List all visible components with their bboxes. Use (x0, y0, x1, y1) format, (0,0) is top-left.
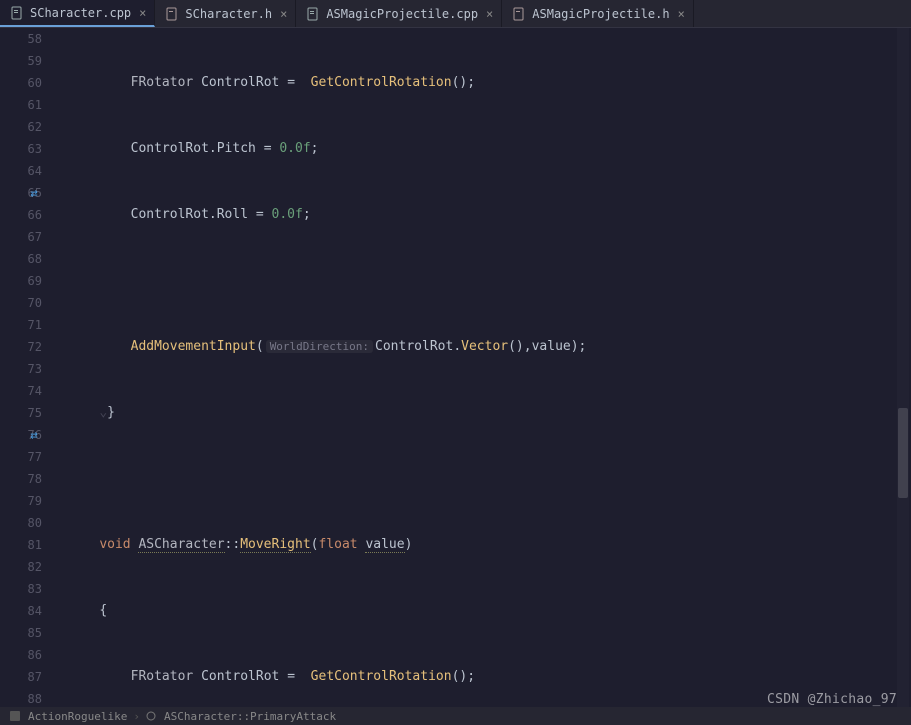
line-number: 83 (0, 578, 42, 600)
line-number: 87 (0, 666, 42, 688)
line-number: 70 (0, 292, 42, 314)
line-number: 72 (0, 336, 42, 358)
file-tab[interactable]: ASMagicProjectile.cpp × (296, 0, 502, 27)
line-number-gutter: 58 59 60 61 62 63 64 ⇄65 66 67 68 69 70 … (0, 28, 48, 707)
line-number: 82 (0, 556, 42, 578)
close-icon[interactable]: × (280, 7, 287, 21)
breadcrumb-item[interactable]: ActionRoguelike (28, 710, 127, 723)
line-number: 63 (0, 138, 42, 160)
breadcrumb[interactable]: ActionRoguelike › ASCharacter::PrimaryAt… (10, 710, 336, 723)
line-number: 77 (0, 446, 42, 468)
code-line: ControlRot.Pitch = 0.0f; (48, 138, 911, 160)
code-line (48, 468, 911, 490)
line-number: 86 (0, 644, 42, 666)
header-file-icon (165, 7, 179, 21)
line-number: 67 (0, 226, 42, 248)
status-bar: ActionRoguelike › ASCharacter::PrimaryAt… (0, 707, 911, 725)
code-editor[interactable]: 58 59 60 61 62 63 64 ⇄65 66 67 68 69 70 … (0, 28, 911, 707)
line-number: 60 (0, 72, 42, 94)
line-number: 78 (0, 468, 42, 490)
line-number: 81 (0, 534, 42, 556)
close-icon[interactable]: × (486, 7, 493, 21)
breadcrumb-item[interactable]: ASCharacter::PrimaryAttack (164, 710, 336, 723)
code-line: FRotator ControlRot = GetControlRotation… (48, 666, 911, 688)
code-line: AddMovementInput(WorldDirection:ControlR… (48, 336, 911, 358)
line-number: 73 (0, 358, 42, 380)
line-number: 66 (0, 204, 42, 226)
file-tab[interactable]: SCharacter.h × (155, 0, 296, 27)
code-line: FRotator ControlRot = GetControlRotation… (48, 72, 911, 94)
line-number: 69 (0, 270, 42, 292)
inlay-hint: WorldDirection: (266, 340, 373, 353)
line-number: 62 (0, 116, 42, 138)
code-line: void ASCharacter::MoveRight(float value) (48, 534, 911, 556)
line-number: ⇄76 (0, 424, 42, 446)
line-number: 64 (0, 160, 42, 182)
cpp-file-icon (306, 7, 320, 21)
watermark: CSDN @Zhichao_97 (767, 692, 897, 707)
line-number: 58 (0, 28, 42, 50)
chevron-right-icon: › (133, 710, 140, 723)
line-number: 61 (0, 94, 42, 116)
tab-label: SCharacter.h (185, 7, 272, 21)
sync-icon[interactable]: ⇄ (30, 182, 37, 204)
tab-label: ASMagicProjectile.cpp (326, 7, 478, 21)
line-number: 79 (0, 490, 42, 512)
tab-label: SCharacter.cpp (30, 6, 131, 20)
line-number: 71 (0, 314, 42, 336)
module-icon (10, 710, 22, 722)
tab-bar: SCharacter.cpp × SCharacter.h × ASMagicP… (0, 0, 911, 28)
scroll-thumb[interactable] (898, 408, 908, 498)
line-number: 80 (0, 512, 42, 534)
code-line: ControlRot.Roll = 0.0f; (48, 204, 911, 226)
code-line: { (48, 600, 911, 622)
code-line: ⌄} (48, 402, 911, 424)
file-tab[interactable]: ASMagicProjectile.h × (502, 0, 694, 27)
code-content[interactable]: FRotator ControlRot = GetControlRotation… (48, 28, 911, 707)
line-number: 68 (0, 248, 42, 270)
close-icon[interactable]: × (139, 6, 146, 20)
line-number: 84 (0, 600, 42, 622)
line-number: 59 (0, 50, 42, 72)
line-number: 75 (0, 402, 42, 424)
code-line (48, 270, 911, 292)
function-icon (146, 710, 158, 722)
file-tab[interactable]: SCharacter.cpp × (0, 0, 155, 27)
close-icon[interactable]: × (678, 7, 685, 21)
tab-label: ASMagicProjectile.h (532, 7, 669, 21)
line-number: 74 (0, 380, 42, 402)
header-file-icon (512, 7, 526, 21)
sync-icon[interactable]: ⇄ (30, 424, 37, 446)
vertical-scrollbar[interactable] (897, 28, 909, 707)
line-number: 85 (0, 622, 42, 644)
line-number: ⇄65 (0, 182, 42, 204)
cpp-file-icon (10, 6, 24, 20)
